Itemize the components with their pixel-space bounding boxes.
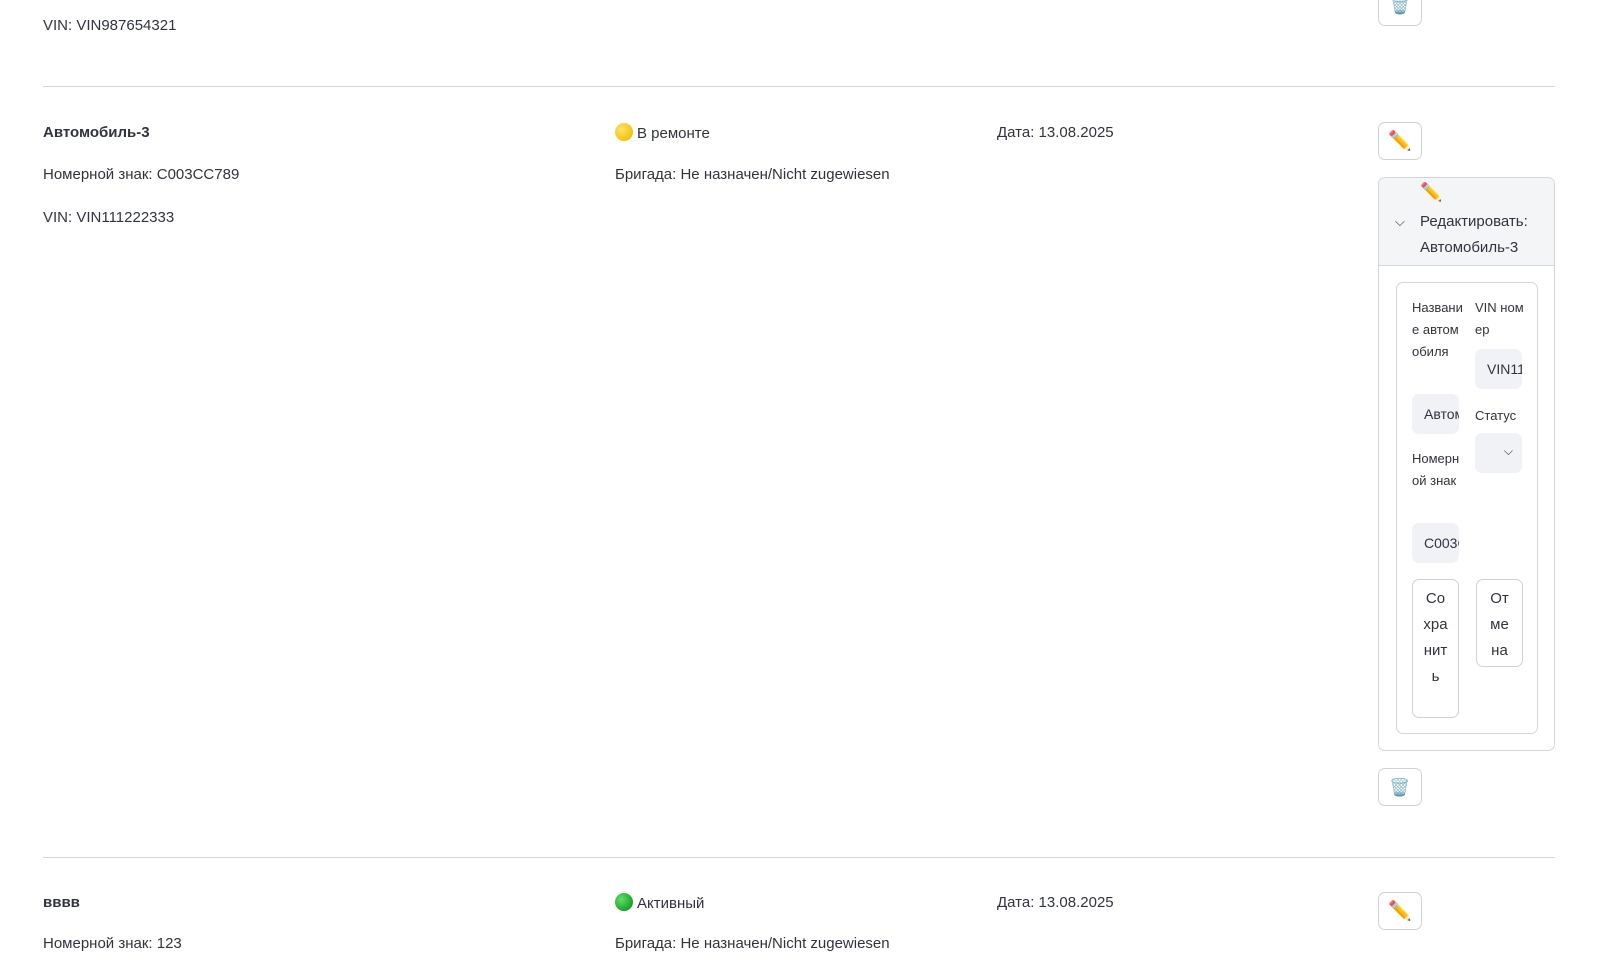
green-circle-icon bbox=[615, 893, 633, 911]
name-label: Название автомобиля bbox=[1412, 300, 1463, 359]
status-badge: Активный bbox=[615, 893, 704, 914]
car-vin-prev: VIN: VIN987654321 bbox=[43, 17, 177, 34]
cancel-button[interactable]: Отмена bbox=[1476, 579, 1523, 667]
vin-input[interactable] bbox=[1475, 349, 1522, 389]
trash-icon: 🗑️ bbox=[1390, 0, 1410, 15]
plate-input[interactable] bbox=[1412, 523, 1459, 563]
status-select[interactable]: ⌵ bbox=[1475, 433, 1522, 473]
name-input[interactable] bbox=[1412, 394, 1459, 434]
chevron-down-icon: ⌵ bbox=[1395, 214, 1405, 229]
row-divider bbox=[43, 86, 1555, 87]
car-brigade: Бригада: Не назначен/Nicht zugewiesen bbox=[615, 166, 890, 183]
pencil-icon: ✏️ bbox=[1388, 900, 1412, 922]
car-plate: Номерной знак: C003CC789 bbox=[43, 166, 240, 183]
car-vin: VIN: VIN111222333 bbox=[43, 209, 175, 226]
trash-icon: 🗑️ bbox=[1389, 777, 1411, 797]
expander-title: Редактировать: Автомобиль-3 bbox=[1420, 213, 1528, 256]
delete-button-prev[interactable]: 🗑️ bbox=[1378, 0, 1422, 26]
pencil-icon: ✏️ bbox=[1388, 130, 1412, 152]
car-name: Автомобиль-3 bbox=[43, 124, 150, 141]
delete-button[interactable]: 🗑️ bbox=[1378, 768, 1422, 806]
expander-header[interactable]: ✏️ ⌵ Редактировать: Автомобиль-3 bbox=[1379, 178, 1554, 266]
status-text: Активный bbox=[637, 895, 705, 912]
car-brigade: Бригада: Не назначен/Nicht zugewiesen bbox=[615, 935, 890, 952]
vin-label: VIN номер bbox=[1475, 300, 1524, 337]
car-name: вввв bbox=[43, 894, 80, 911]
pencil-icon: ✏️ bbox=[1420, 182, 1443, 202]
edit-expander: ✏️ ⌵ Редактировать: Автомобиль-3 Названи… bbox=[1378, 177, 1555, 751]
save-button[interactable]: Сохранить bbox=[1412, 579, 1459, 718]
yellow-circle-icon bbox=[615, 123, 633, 141]
status-badge: В ремонте bbox=[615, 123, 710, 144]
plate-label: Номерной знак bbox=[1412, 451, 1460, 488]
edit-button[interactable]: ✏️ bbox=[1378, 122, 1422, 160]
status-label: Статус bbox=[1475, 408, 1517, 423]
edit-form: Название автомобиля Номерной знак VIN но… bbox=[1396, 282, 1538, 734]
car-plate: Номерной знак: 123 bbox=[43, 935, 182, 952]
status-text: В ремонте bbox=[637, 125, 710, 142]
row-divider bbox=[43, 857, 1555, 858]
car-date: Дата: 13.08.2025 bbox=[997, 124, 1114, 141]
chevron-down-icon: ⌵ bbox=[1503, 444, 1513, 458]
car-date: Дата: 13.08.2025 bbox=[997, 894, 1114, 911]
edit-button[interactable]: ✏️ bbox=[1378, 892, 1422, 930]
